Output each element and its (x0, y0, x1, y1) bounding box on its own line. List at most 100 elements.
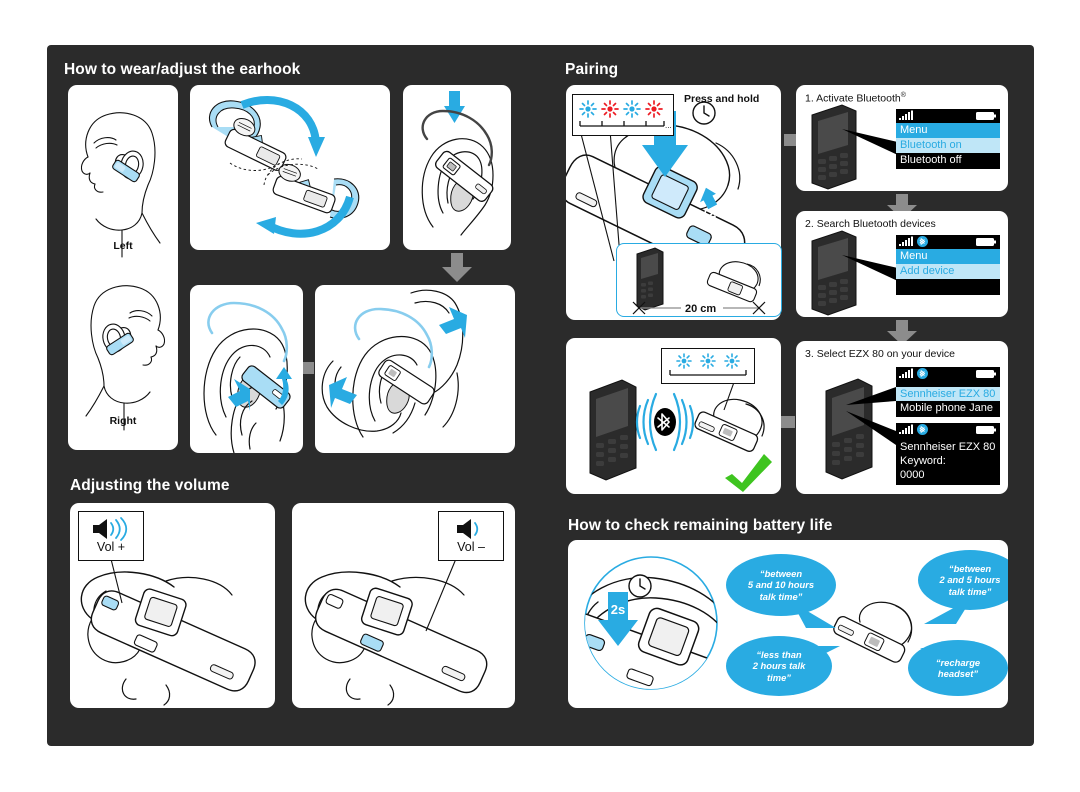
step-3-caption: 3. Select EZX 80 on your device (805, 348, 955, 360)
screen-row-mobile-phone-jane[interactable]: Mobile phone Jane (896, 401, 1000, 415)
led-connected-sequence (669, 353, 747, 376)
screen-status-bar-3b (899, 424, 996, 435)
step-2-caption: 2. Search Bluetooth devices (805, 218, 936, 230)
step-1-caption: 1. Activate Bluetooth® (805, 92, 906, 105)
screen-row-keyword-value: 0000 (896, 468, 1000, 482)
screen-status-bar-2 (899, 236, 996, 247)
bt-waves-left (635, 392, 658, 452)
battery-icon (976, 370, 996, 378)
step-3-caption-text: Select EZX 80 on your device (816, 348, 956, 360)
step-3-number: 3. (805, 348, 814, 360)
screen-row-bluetooth-off[interactable]: Bluetooth off (896, 153, 1000, 168)
led-connected-blue-3 (724, 353, 740, 369)
head-illustrations (80, 112, 166, 431)
led-connected-blue-2 (700, 353, 716, 369)
phone-screen-step-3b: Sennheiser EZX 80 Keyword: 0000 (896, 423, 1000, 485)
panel-squeeze-earhook (315, 285, 515, 453)
screen-row-add-device[interactable]: Add device (896, 264, 1000, 279)
signal-bars-icon (899, 424, 913, 434)
volume-up-callout: Vol + (78, 511, 144, 561)
volume-down-label: Vol – (457, 539, 485, 554)
down-arrow-blue (444, 91, 465, 123)
press-and-hold-label: Press and hold (684, 93, 760, 105)
guide-page: How to wear/adjust the earhook Adjusting… (0, 0, 1080, 792)
panel-step-2: 2. Search Bluetooth devices Menu Add dev… (796, 211, 1008, 317)
volume-up-label: Vol + (96, 539, 126, 554)
bluetooth-icon (654, 408, 676, 436)
led-timeline (579, 121, 665, 127)
bubble-recharge-headset-text: “recharge headset” (935, 656, 981, 679)
bubble-2-to-5-hours-text: “between 2 and 5 hours talk time” (939, 563, 1001, 597)
panel-head-orientation: Left Right (68, 85, 178, 450)
panel-adjust-with-finger (190, 285, 303, 453)
led-pairing-indicator: ... (572, 94, 674, 136)
screen-row-menu-2[interactable]: Menu (896, 249, 1000, 264)
section-title-volume: Adjusting the volume (70, 477, 230, 494)
squeeze-illustration (321, 289, 467, 438)
panel-rotate-earhook (190, 85, 390, 250)
bubble-less-than-2-hours-text: “less than 2 hours talk time” (752, 649, 806, 683)
led-blink-blue-2 (623, 100, 641, 118)
step-2-caption-text: Search Bluetooth devices (816, 218, 936, 230)
volume-down-callout: Vol – (438, 511, 504, 561)
screen-row-menu-1[interactable]: Menu (896, 123, 1000, 138)
led-sequence-ellipsis: ... (665, 121, 672, 130)
bt-waves-right (672, 392, 695, 452)
screen-row-bluetooth-on[interactable]: Bluetooth on (896, 138, 1000, 153)
battery-icon (976, 426, 996, 434)
step-1-number: 1. (805, 92, 814, 105)
screen-row-ezx80-selected[interactable]: Sennheiser EZX 80 (896, 387, 1000, 401)
speaker-loud-icon (93, 516, 128, 541)
adjust-finger-illustration (203, 301, 292, 453)
screen-status-bar-3a (899, 368, 996, 379)
led-connected-indicator (661, 348, 755, 384)
bluetooth-icon (917, 236, 928, 247)
clock-icon (628, 574, 652, 598)
led-connected-timeline (669, 370, 747, 376)
distance-label: 20 cm (685, 303, 716, 315)
on-slide-arrow (700, 187, 718, 210)
step-arrow-down-1 (441, 253, 473, 283)
clock-icon (692, 101, 716, 125)
led-connected-blue-1 (676, 353, 692, 369)
step-1-caption-sup: ® (900, 92, 906, 99)
section-title-earhook: How to wear/adjust the earhook (64, 61, 301, 78)
panel-battery-life: 2s “between 5 and 10 hours talk time” “b… (568, 540, 1008, 708)
panel-insert-into-ear (403, 85, 511, 250)
bubble-5-to-10-hours: “between 5 and 10 hours talk time” (726, 554, 836, 616)
panel-volume-up: Vol + (70, 503, 275, 708)
screen-pointers-step-3 (846, 387, 896, 445)
section-title-battery: How to check remaining battery life (568, 517, 833, 534)
signal-bars-icon (899, 236, 913, 246)
battery-icon (976, 112, 996, 120)
led-blink-blue-1 (579, 100, 597, 118)
screen-status-bar-1 (899, 110, 996, 120)
distance-illustration: 20 cm (632, 247, 766, 315)
panel-step-3: 3. Select EZX 80 on your device Sennheis… (796, 341, 1008, 494)
panel-volume-down: Vol – (292, 503, 515, 708)
screen-row-ezx80-name: Sennheiser EZX 80 (896, 440, 1000, 454)
phone-screen-step-2: Menu Add device (896, 235, 1000, 295)
screen-row-keyword-label: Keyword: (896, 454, 1000, 468)
battery-check-press-illustration: 2s (584, 556, 718, 690)
section-title-pairing: Pairing (565, 61, 619, 78)
led-blink-red-2 (645, 100, 663, 118)
bubble-5-to-10-hours-text: “between 5 and 10 hours talk time” (747, 568, 815, 602)
label-left: Left (113, 240, 133, 252)
step-2-number: 2. (805, 218, 814, 230)
bubble-recharge-headset: “recharge headset” (908, 640, 1008, 696)
bluetooth-icon (917, 368, 928, 379)
step-1-caption-text: Activate Bluetooth (816, 92, 901, 105)
led-blink-sequence: ... (579, 100, 672, 130)
signal-bars-icon (899, 110, 913, 120)
bubble-less-than-2-hours: “less than 2 hours talk time” (726, 636, 832, 696)
signal-bars-icon (899, 368, 913, 378)
battery-icon (976, 238, 996, 246)
panel-pairing-distance: 20 cm (616, 243, 782, 317)
phone-screen-step-3a: Sennheiser EZX 80 Mobile phone Jane (896, 367, 1000, 417)
insert-earhook-illustration (421, 91, 494, 236)
hold-duration-label: 2s (611, 602, 625, 617)
led-blink-red-1 (601, 100, 619, 118)
earhook-rotation-illustration (208, 96, 360, 238)
label-right: Right (109, 415, 137, 427)
